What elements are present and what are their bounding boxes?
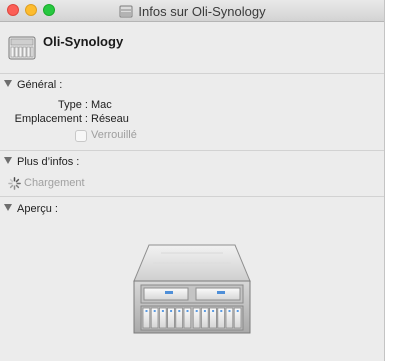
- section-more-info-label: Plus d’infos :: [17, 156, 80, 168]
- title-bar[interactable]: Infos sur Oli-Synology: [0, 0, 384, 22]
- disclosure-triangle-icon: [4, 80, 12, 87]
- server-icon: [119, 5, 133, 18]
- divider: [0, 73, 384, 74]
- type-label: Type :: [58, 99, 88, 111]
- section-general-toggle[interactable]: Général :: [4, 79, 62, 91]
- disclosure-triangle-icon: [4, 157, 12, 164]
- disclosure-triangle-icon: [4, 204, 12, 211]
- loading-text: Chargement…: [24, 177, 85, 189]
- server-rack-icon: [133, 244, 251, 334]
- section-preview-toggle[interactable]: Aperçu :: [4, 203, 58, 215]
- divider: [0, 196, 384, 197]
- locked-label: Verrouillé: [91, 129, 137, 141]
- section-more-info-toggle[interactable]: Plus d’infos :: [4, 156, 79, 168]
- window-title-text: Infos sur Oli-Synology: [138, 4, 266, 20]
- location-label: Emplacement :: [14, 113, 88, 125]
- section-general-label: Général :: [17, 79, 63, 91]
- divider: [0, 150, 384, 151]
- loading-spinner-icon: [8, 177, 21, 190]
- location-value: Réseau: [91, 113, 129, 125]
- window-title: Infos sur Oli-Synology: [0, 3, 384, 20]
- server-icon: [8, 36, 36, 60]
- section-preview-label: Aperçu :: [17, 203, 58, 215]
- type-value: Mac: [91, 99, 112, 111]
- device-name: Oli-Synology: [43, 34, 124, 49]
- locked-checkbox[interactable]: [75, 130, 87, 142]
- info-window: Infos sur Oli-Synology Oli-Synology Géné…: [0, 0, 385, 361]
